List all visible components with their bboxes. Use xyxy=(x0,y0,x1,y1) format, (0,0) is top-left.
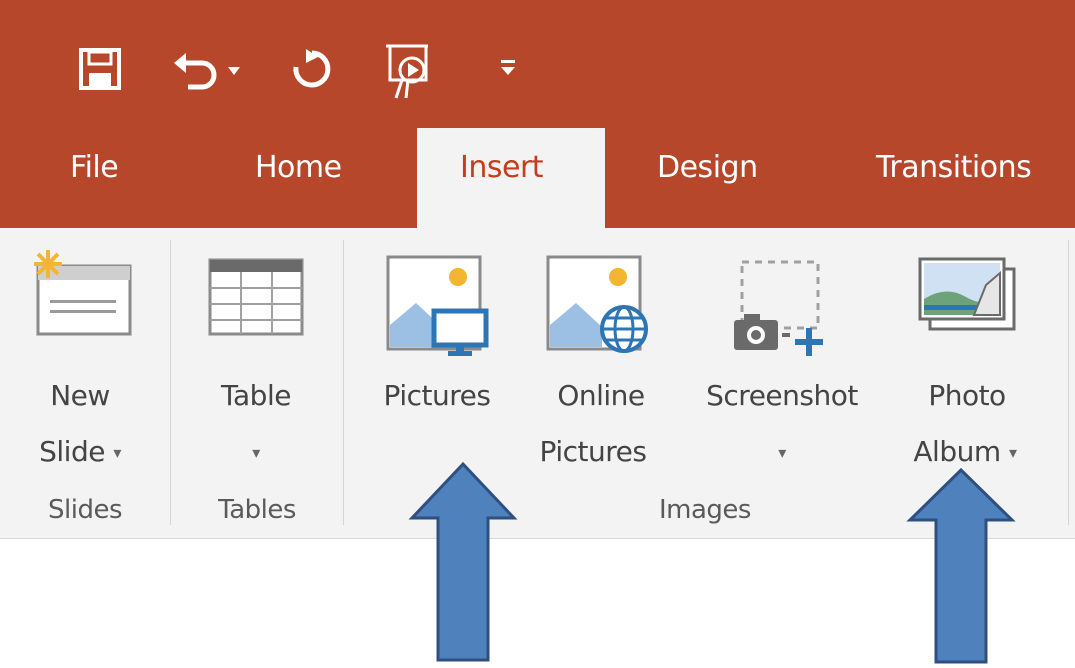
photo-album-icon xyxy=(916,255,1026,339)
group-separator xyxy=(170,240,171,525)
start-from-beginning-icon[interactable] xyxy=(382,40,442,104)
tab-design[interactable]: Design xyxy=(657,150,758,185)
photo-album-label-line2: Album xyxy=(913,435,1001,468)
screenshot-dropdown-wrap: ▾ xyxy=(707,424,857,481)
save-icon[interactable] xyxy=(78,47,122,95)
new-slide-icon xyxy=(30,248,134,342)
group-label-images: Images xyxy=(659,495,751,525)
new-slide-label-line2-wrap: Slide ▾ xyxy=(10,424,150,481)
redo-icon[interactable] xyxy=(288,47,332,95)
group-label-tables: Tables xyxy=(218,495,296,525)
undo-dropdown-icon[interactable] xyxy=(226,62,242,81)
chevron-down-icon: ▾ xyxy=(1009,443,1017,462)
screenshot-label: Screenshot xyxy=(706,379,858,412)
photo-album-label-line1: Photo xyxy=(928,379,1006,412)
new-slide-label-line1: New xyxy=(50,379,110,412)
chevron-down-icon: ▾ xyxy=(252,443,260,462)
tab-transitions[interactable]: Transitions xyxy=(876,150,1032,185)
group-separator xyxy=(343,240,344,525)
new-slide-label-line2: Slide xyxy=(39,435,105,468)
annotation-arrow-photo-album xyxy=(906,466,1016,668)
table-label: Table xyxy=(221,379,291,412)
tab-insert[interactable]: Insert xyxy=(460,150,544,185)
screenshot-icon xyxy=(730,258,840,362)
online-pictures-label-line2: Pictures xyxy=(539,435,647,468)
online-pictures-label-line1: Online xyxy=(557,379,645,412)
chevron-down-icon: ▾ xyxy=(113,443,121,462)
tab-home[interactable]: Home xyxy=(255,150,342,185)
table-dropdown-wrap: ▾ xyxy=(186,424,326,481)
customize-qat-icon[interactable] xyxy=(498,58,518,82)
online-pictures-icon xyxy=(546,255,656,363)
group-label-slides: Slides xyxy=(48,495,123,525)
pictures-icon xyxy=(386,255,496,363)
annotation-arrow-pictures xyxy=(408,460,518,668)
chevron-down-icon: ▾ xyxy=(778,443,786,462)
pictures-label: Pictures xyxy=(383,379,491,412)
group-separator xyxy=(1068,240,1069,525)
undo-icon[interactable] xyxy=(170,47,220,95)
table-icon xyxy=(208,258,304,340)
tab-file[interactable]: File xyxy=(70,150,119,185)
